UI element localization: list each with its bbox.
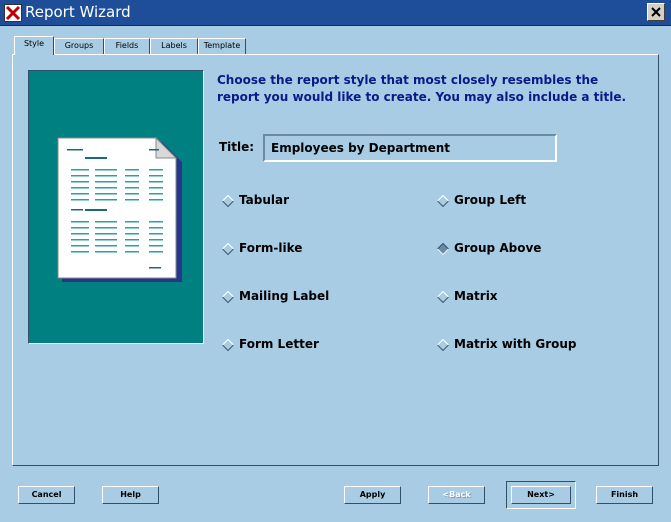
title-label: Title: [219,140,255,154]
style-option-label: Matrix with Group [454,337,577,351]
back-button[interactable]: <Back [428,486,485,504]
app-x-icon [4,4,22,22]
tab-style[interactable]: Style [14,36,54,55]
style-option-label: Form Letter [239,337,319,351]
radio-diamond-icon [437,339,449,351]
style-option-label: Matrix [454,289,498,303]
radio-diamond-icon [222,291,234,303]
radio-diamond-icon [222,339,234,351]
tab-fields[interactable]: Fields [104,38,150,54]
style-option-label: Tabular [239,193,289,207]
report-style-preview [28,70,204,344]
report-preview-document-icon [57,136,182,282]
title-bar[interactable]: Report Wizard [0,0,671,26]
tab-template[interactable]: Template [198,38,246,54]
next-button[interactable]: Next> [511,486,571,504]
tab-labels[interactable]: Labels [150,38,198,54]
close-icon [651,7,661,17]
style-option-label: Mailing Label [239,289,330,303]
radio-diamond-icon [437,291,449,303]
title-input[interactable] [263,134,557,162]
style-option-label: Group Above [454,241,542,255]
finish-button[interactable]: Finish [596,486,653,504]
tab-groups[interactable]: Groups [54,38,104,54]
radio-diamond-icon [222,243,234,255]
window-title: Report Wizard [25,3,131,21]
close-button[interactable] [647,3,665,21]
apply-button[interactable]: Apply [344,486,401,504]
style-option-label: Form-like [239,241,303,255]
instructions-text: Choose the report style that most closel… [217,73,627,104]
style-option-label: Group Left [454,193,527,207]
cancel-button[interactable]: Cancel [18,486,75,504]
help-button[interactable]: Help [102,486,159,504]
radio-diamond-icon [437,195,449,207]
radio-diamond-icon [222,195,234,207]
radio-diamond-selected-icon [437,243,449,255]
